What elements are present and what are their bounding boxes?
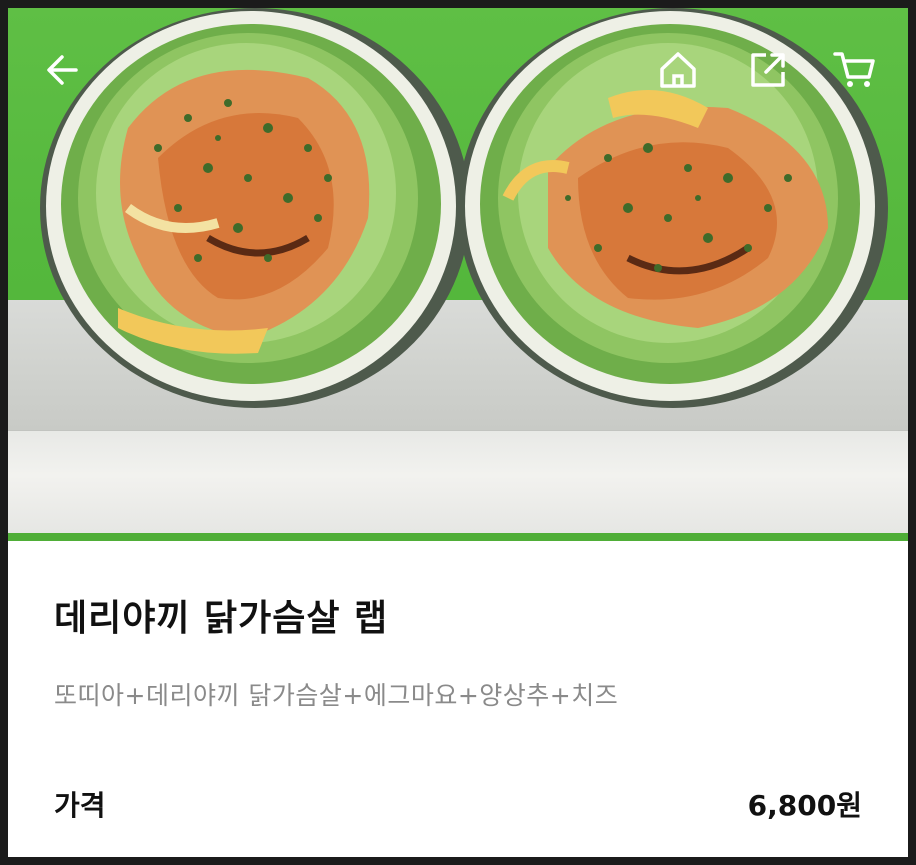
home-icon xyxy=(660,52,696,88)
share-button[interactable] xyxy=(744,46,792,94)
top-navigation-bar xyxy=(8,8,908,128)
arrow-left-icon xyxy=(47,55,78,85)
back-button[interactable] xyxy=(38,46,86,94)
product-title: 데리야끼 닭가슴살 랩 xyxy=(54,598,389,639)
price-value: 6,800원 xyxy=(747,789,862,822)
cart-icon xyxy=(833,52,875,87)
price-label: 가격 xyxy=(54,789,106,822)
cart-button[interactable] xyxy=(830,46,878,94)
product-info-section: 데리야끼 닭가슴살 랩 또띠아+데리야끼 닭가슴살+에그마요+양상추+치즈 가격… xyxy=(8,541,908,857)
product-description: 또띠아+데리야끼 닭가슴살+에그마요+양상추+치즈 xyxy=(54,681,619,710)
home-button[interactable] xyxy=(654,46,702,94)
product-detail-screen: 데리야끼 닭가슴살 랩 또띠아+데리야끼 닭가슴살+에그마요+양상추+치즈 가격… xyxy=(8,8,908,857)
share-icon xyxy=(751,53,785,87)
